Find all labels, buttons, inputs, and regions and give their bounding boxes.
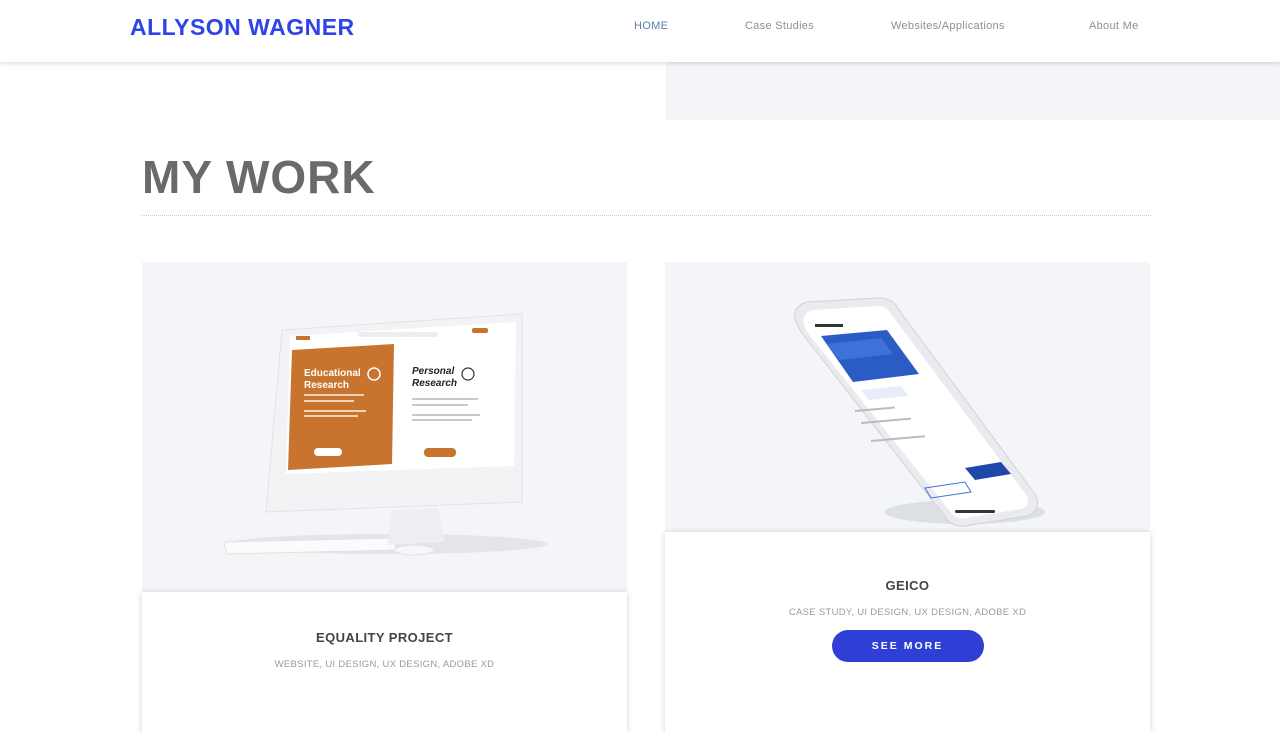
- main-nav: HOME Case Studies Websites/Applications …: [600, 20, 1180, 42]
- project-title[interactable]: GEICO: [665, 578, 1150, 593]
- mockup-left-heading: Educational Research: [304, 368, 361, 391]
- project-title[interactable]: EQUALITY PROJECT: [142, 630, 627, 645]
- title-divider: [142, 215, 1151, 216]
- nav-about-me[interactable]: About Me: [1089, 20, 1138, 32]
- geico-image[interactable]: [665, 262, 1150, 532]
- equality-project-card[interactable]: EQUALITY PROJECT WEBSITE, UI DESIGN, UX …: [142, 592, 627, 732]
- project-tags: WEBSITE, UI DESIGN, UX DESIGN, ADOBE XD: [274, 659, 495, 670]
- geico-card[interactable]: GEICO CASE STUDY, UI DESIGN, UX DESIGN, …: [665, 532, 1150, 732]
- project-tags: CASE STUDY, UI DESIGN, UX DESIGN, ADOBE …: [788, 607, 1027, 618]
- nav-case-studies[interactable]: Case Studies: [745, 20, 814, 32]
- nav-home[interactable]: HOME: [634, 20, 668, 32]
- nav-websites-applications[interactable]: Websites/Applications: [891, 20, 1005, 32]
- desktop-mockup-illustration: [223, 313, 547, 556]
- site-logo[interactable]: ALLYSON WAGNER: [130, 14, 355, 41]
- equality-project-image[interactable]: Educational Research Personal Research: [142, 262, 627, 592]
- mockup-right-heading: Personal Research: [412, 366, 458, 389]
- page-title: MY WORK: [142, 151, 376, 203]
- see-more-button[interactable]: SEE MORE: [831, 630, 984, 662]
- phone-mockup-illustration: [794, 297, 1045, 527]
